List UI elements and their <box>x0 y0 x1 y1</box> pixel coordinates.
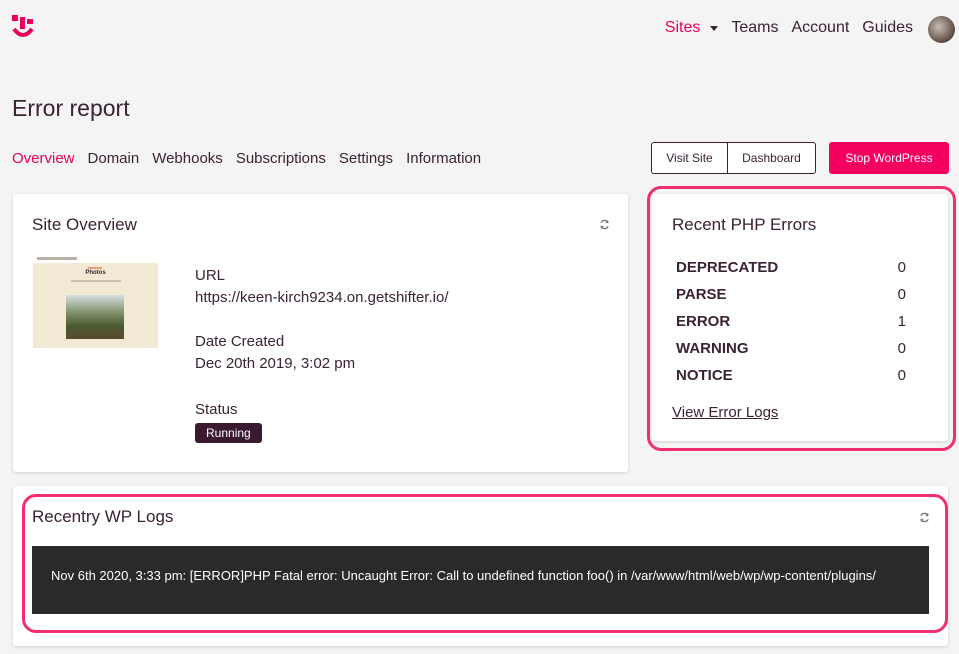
error-count: 0 <box>897 259 906 276</box>
visit-site-button[interactable]: Visit Site <box>651 142 728 174</box>
error-count: 0 <box>897 340 906 357</box>
error-row: WARNING 0 <box>676 340 906 357</box>
tab-domain[interactable]: Domain <box>88 150 140 167</box>
error-type: WARNING <box>676 340 749 357</box>
error-count: 1 <box>897 313 906 330</box>
refresh-icon[interactable] <box>599 219 610 230</box>
error-row: DEPRECATED 0 <box>676 259 906 276</box>
page-title: Error report <box>12 95 130 121</box>
php-errors-title: Recent PHP Errors <box>672 215 817 234</box>
error-count: 0 <box>897 286 906 303</box>
log-line: Nov 6th 2020, 3:33 pm: [ERROR]PHP Fatal … <box>51 568 876 583</box>
url-label: URL <box>195 267 226 284</box>
site-url[interactable]: https://keen-kirch9234.on.getshifter.io/ <box>195 289 448 306</box>
avatar[interactable] <box>928 16 955 43</box>
error-row: ERROR 1 <box>676 313 906 330</box>
error-row: PARSE 0 <box>676 286 906 303</box>
site-overview-title: Site Overview <box>32 215 137 234</box>
site-thumbnail[interactable]: Photos <box>33 255 158 348</box>
nav-teams[interactable]: Teams <box>731 19 778 37</box>
site-action-group: Visit Site Dashboard <box>651 142 816 174</box>
shifter-logo[interactable] <box>12 15 34 43</box>
error-type: ERROR <box>676 313 731 330</box>
error-row: NOTICE 0 <box>676 367 906 384</box>
wp-logs-title: Recentry WP Logs <box>32 507 174 526</box>
log-console[interactable]: Nov 6th 2020, 3:33 pm: [ERROR]PHP Fatal … <box>32 546 929 614</box>
tab-overview[interactable]: Overview <box>12 150 75 167</box>
nav-guides[interactable]: Guides <box>862 19 913 37</box>
top-nav: Sites Teams Account Guides <box>652 19 913 37</box>
site-overview-card: Site Overview Photos URL https://keen-ki… <box>13 194 628 472</box>
tab-settings[interactable]: Settings <box>339 150 393 167</box>
tab-webhooks[interactable]: Webhooks <box>152 150 223 167</box>
error-count: 0 <box>897 367 906 384</box>
refresh-icon[interactable] <box>919 512 930 523</box>
nav-sites[interactable]: Sites <box>665 19 701 37</box>
error-type: NOTICE <box>676 367 733 384</box>
error-type: PARSE <box>676 286 727 303</box>
status-label: Status <box>195 401 238 418</box>
wp-logs-card: Recentry WP Logs Nov 6th 2020, 3:33 pm: … <box>13 486 948 646</box>
thumbnail-title: Photos <box>85 270 106 276</box>
error-type: DEPRECATED <box>676 259 779 276</box>
date-created-label: Date Created <box>195 333 285 350</box>
dashboard-button[interactable]: Dashboard <box>728 142 816 174</box>
php-errors-card: Recent PHP Errors DEPRECATED 0 PARSE 0 E… <box>652 194 948 441</box>
chevron-down-icon[interactable] <box>710 25 719 31</box>
tab-subscriptions[interactable]: Subscriptions <box>236 150 326 167</box>
nav-account[interactable]: Account <box>791 19 849 37</box>
view-error-logs-link[interactable]: View Error Logs <box>672 404 778 421</box>
site-tabs: Overview Domain Webhooks Subscriptions S… <box>12 150 494 167</box>
thumbnail-photo <box>66 295 124 339</box>
tab-information[interactable]: Information <box>406 150 481 167</box>
stop-wordpress-button[interactable]: Stop WordPress <box>829 142 949 174</box>
status-badge: Running <box>195 423 262 443</box>
date-created-value: Dec 20th 2019, 3:02 pm <box>195 355 356 372</box>
